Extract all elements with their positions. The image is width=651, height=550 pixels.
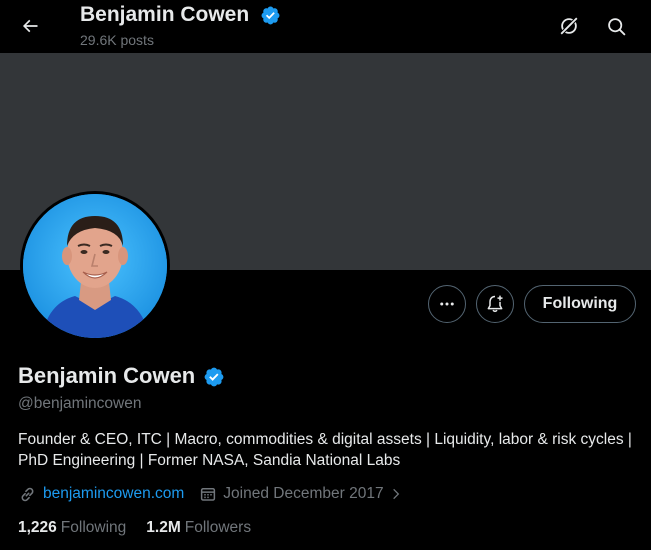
header-display-name: Benjamin Cowen [80, 3, 250, 26]
followers-count-link[interactable]: 1.2M Followers [146, 519, 251, 537]
profile-meta-row: benjamincowen.com Joined December 2017 [18, 484, 403, 504]
following-label: Following [60, 519, 127, 536]
following-button[interactable]: Following [524, 285, 636, 323]
back-button[interactable] [12, 8, 48, 44]
followers-label: Followers [184, 519, 252, 536]
avatar[interactable] [20, 191, 170, 341]
profile-display-name: Benjamin Cowen [18, 363, 196, 388]
following-count: 1,226 [18, 519, 57, 536]
verified-badge-icon [260, 5, 281, 31]
more-options-button[interactable] [428, 285, 466, 323]
followers-count: 1.2M [146, 519, 181, 536]
profile-website-link[interactable]: benjamincowen.com [43, 485, 184, 503]
profile-bio: Founder & CEO, ITC | Macro, commodities … [18, 431, 632, 469]
profile-handle: @benjamincowen [18, 395, 142, 412]
search-button[interactable] [598, 8, 634, 44]
notifications-button[interactable] [476, 285, 514, 323]
search-icon [607, 17, 625, 35]
calendar-icon [199, 485, 217, 503]
bell-plus-icon [487, 295, 503, 313]
following-count-link[interactable]: 1,226 Following [18, 519, 126, 537]
profile-stats: 1,226 Following 1.2M Followers [18, 518, 251, 538]
chevron-right-icon[interactable] [389, 486, 403, 502]
header-posts-count: 29.6K posts [80, 32, 154, 48]
more-dots-icon [440, 302, 454, 306]
verified-badge-icon[interactable] [203, 366, 225, 393]
grok-button[interactable] [551, 8, 587, 44]
link-icon [18, 485, 37, 504]
grok-icon [560, 17, 578, 35]
profile-joined-date: Joined December 2017 [223, 485, 384, 502]
avatar-photo [23, 194, 167, 338]
arrow-left-icon [22, 19, 38, 33]
